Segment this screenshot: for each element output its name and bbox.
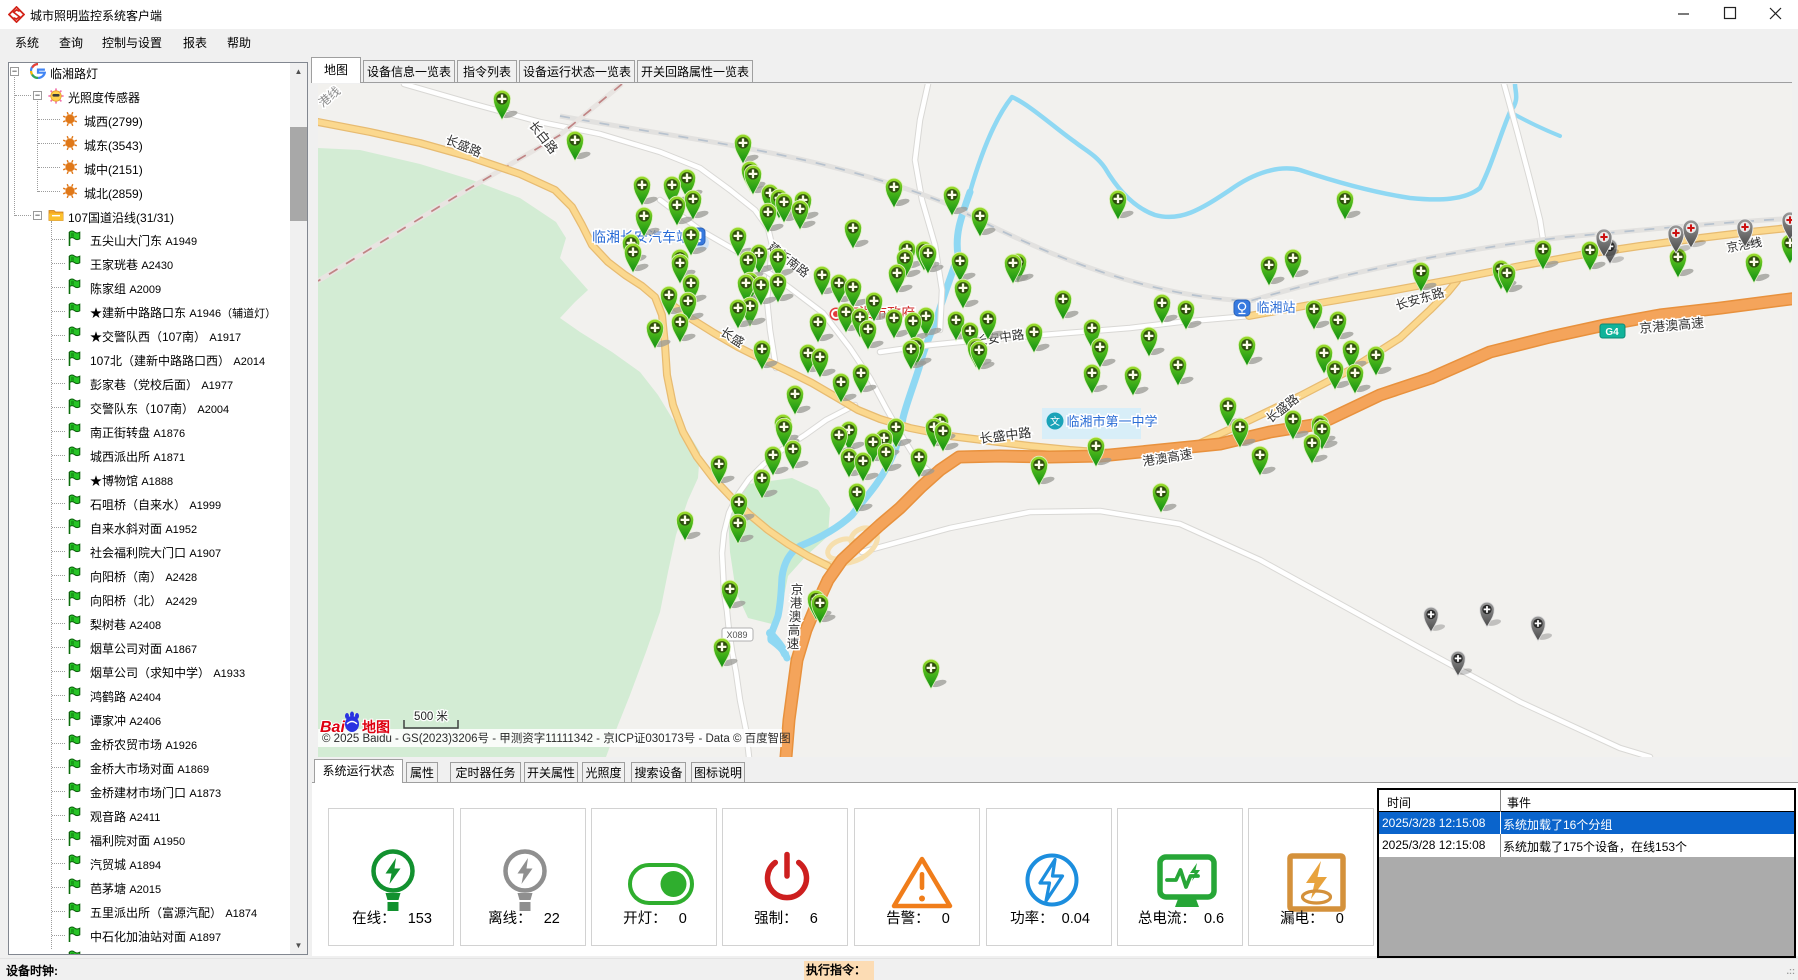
svg-text:临湘市第一中学: 临湘市第一中学 bbox=[1066, 414, 1157, 429]
svg-text:临湘站: 临湘站 bbox=[1256, 300, 1295, 315]
svg-text:速: 速 bbox=[787, 637, 800, 651]
svg-text:X089: X089 bbox=[726, 630, 747, 640]
svg-text:澳: 澳 bbox=[789, 610, 802, 624]
svg-text:港: 港 bbox=[790, 597, 803, 611]
svg-text:© 2025 Baidu - GS(2023)3206号 -: © 2025 Baidu - GS(2023)3206号 - 甲测资字11111… bbox=[322, 731, 791, 745]
svg-text:京: 京 bbox=[791, 583, 804, 597]
svg-text:地图: 地图 bbox=[362, 719, 390, 735]
svg-text:文: 文 bbox=[1050, 415, 1060, 428]
svg-text:Bai: Bai bbox=[320, 719, 345, 736]
svg-text:500 米: 500 米 bbox=[414, 710, 448, 723]
svg-text:G4: G4 bbox=[1605, 327, 1619, 338]
svg-text:高: 高 bbox=[788, 623, 801, 638]
